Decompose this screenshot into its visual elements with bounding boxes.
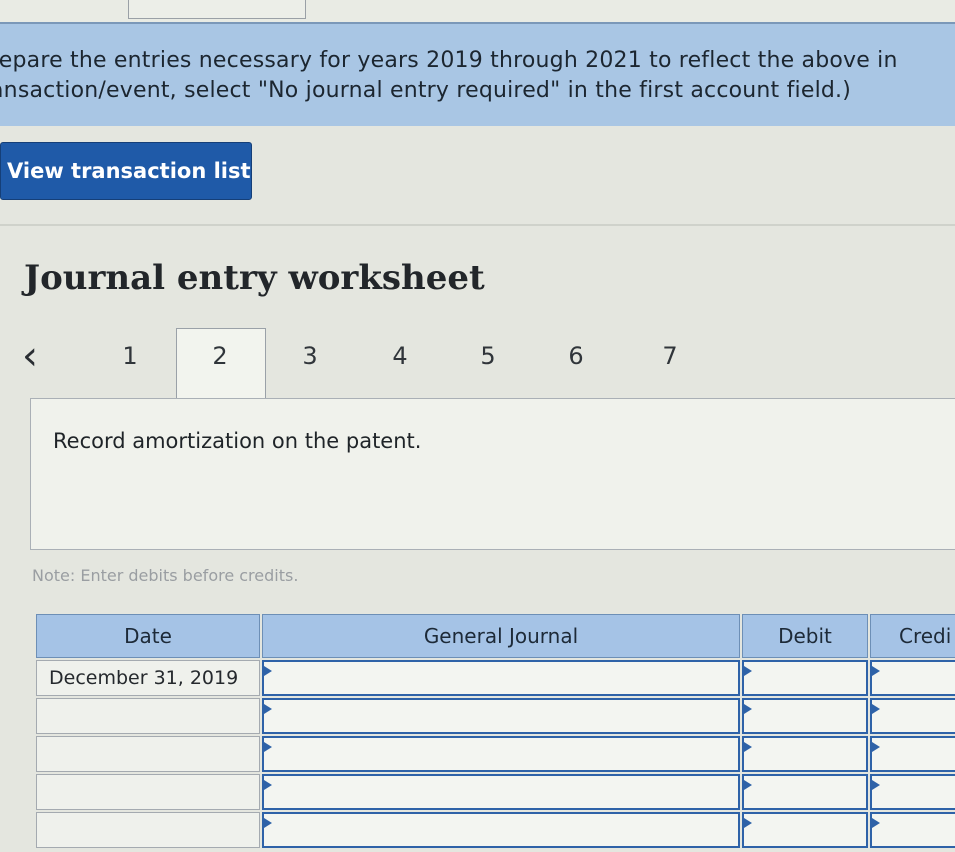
credit-input[interactable] <box>870 812 955 848</box>
table-row <box>36 698 955 734</box>
dropdown-marker-icon <box>872 666 880 676</box>
instructions-banner: repare the entries necessary for years 2… <box>0 22 955 126</box>
dropdown-marker-icon <box>744 780 752 790</box>
dropdown-marker-icon <box>264 780 272 790</box>
dropdown-marker-icon <box>264 666 272 676</box>
tab-3[interactable]: 3 <box>290 342 330 370</box>
dropdown-marker-icon <box>872 704 880 714</box>
table-row <box>36 736 955 772</box>
tab-2[interactable]: 2 <box>200 342 240 370</box>
date-cell[interactable] <box>36 812 260 848</box>
dropdown-marker-icon <box>264 742 272 752</box>
tab-1[interactable]: 1 <box>110 342 150 370</box>
instructions-line-1: repare the entries necessary for years 2… <box>0 48 898 73</box>
header-general-journal: General Journal <box>262 614 740 658</box>
previous-arrow-icon[interactable]: ‹ <box>22 336 52 376</box>
debit-input[interactable] <box>742 698 868 734</box>
credit-input[interactable] <box>870 698 955 734</box>
dropdown-marker-icon <box>872 780 880 790</box>
worksheet-tabs: ‹ 1 2 3 4 5 6 7 <box>0 328 955 401</box>
tab-4[interactable]: 4 <box>380 342 420 370</box>
dropdown-marker-icon <box>744 818 752 828</box>
table-row: December 31, 2019 <box>36 660 955 696</box>
divider <box>0 224 955 226</box>
date-cell[interactable]: December 31, 2019 <box>36 660 260 696</box>
description-panel: Record amortization on the patent. <box>30 398 955 550</box>
tab-6[interactable]: 6 <box>556 342 596 370</box>
date-cell[interactable] <box>36 736 260 772</box>
dropdown-marker-icon <box>264 704 272 714</box>
account-input[interactable] <box>262 660 740 696</box>
dropdown-marker-icon <box>872 818 880 828</box>
header-date: Date <box>36 614 260 658</box>
tab-7[interactable]: 7 <box>650 342 690 370</box>
dropdown-marker-icon <box>744 666 752 676</box>
dropdown-marker-icon <box>872 742 880 752</box>
top-box <box>128 0 306 19</box>
date-cell[interactable] <box>36 774 260 810</box>
worksheet-title: Journal entry worksheet <box>24 258 485 298</box>
header-debit: Debit <box>742 614 868 658</box>
credit-input[interactable] <box>870 774 955 810</box>
header-credit: Credi <box>870 614 955 658</box>
debit-input[interactable] <box>742 774 868 810</box>
transaction-description: Record amortization on the patent. <box>53 429 422 453</box>
page: repare the entries necessary for years 2… <box>0 0 955 852</box>
note-text: Note: Enter debits before credits. <box>32 566 299 585</box>
account-input[interactable] <box>262 736 740 772</box>
tab-5[interactable]: 5 <box>468 342 508 370</box>
date-cell[interactable] <box>36 698 260 734</box>
table-row <box>36 774 955 810</box>
account-input[interactable] <box>262 774 740 810</box>
debit-input[interactable] <box>742 812 868 848</box>
table-row <box>36 812 955 848</box>
debit-input[interactable] <box>742 660 868 696</box>
debit-input[interactable] <box>742 736 868 772</box>
account-input[interactable] <box>262 698 740 734</box>
credit-input[interactable] <box>870 660 955 696</box>
instructions-line-2: ansaction/event, select "No journal entr… <box>0 78 852 103</box>
account-input[interactable] <box>262 812 740 848</box>
dropdown-marker-icon <box>264 818 272 828</box>
credit-input[interactable] <box>870 736 955 772</box>
top-strip <box>0 0 955 22</box>
view-transaction-list-button[interactable]: View transaction list <box>0 142 252 200</box>
dropdown-marker-icon <box>744 742 752 752</box>
dropdown-marker-icon <box>744 704 752 714</box>
